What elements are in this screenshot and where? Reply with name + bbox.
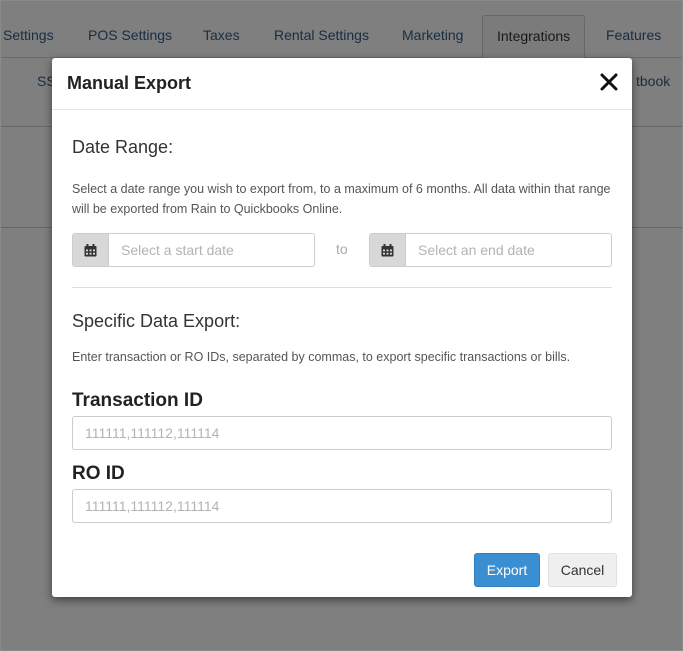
date-range-to-label: to bbox=[336, 241, 348, 257]
cancel-button[interactable]: Cancel bbox=[548, 553, 617, 587]
start-date-input[interactable] bbox=[109, 234, 314, 266]
modal-title: Manual Export bbox=[67, 73, 192, 93]
calendar-icon bbox=[381, 243, 394, 256]
modal-header: Manual Export bbox=[52, 58, 632, 110]
export-button[interactable]: Export bbox=[474, 553, 540, 587]
section-divider bbox=[72, 287, 612, 288]
transaction-id-label: Transaction ID bbox=[72, 390, 203, 411]
end-date-calendar-button[interactable] bbox=[370, 234, 406, 266]
start-date-calendar-button[interactable] bbox=[73, 234, 109, 266]
end-date-group bbox=[369, 233, 612, 267]
ro-id-input[interactable] bbox=[72, 489, 612, 523]
specific-export-heading: Specific Data Export: bbox=[72, 311, 241, 331]
app-window: Settings POS Settings Taxes Rental Setti… bbox=[0, 0, 683, 651]
manual-export-modal: Manual Export Date Range: Select a date … bbox=[52, 58, 632, 597]
calendar-icon bbox=[84, 243, 97, 256]
close-icon bbox=[600, 73, 618, 91]
transaction-id-input[interactable] bbox=[72, 416, 612, 450]
ro-id-label: RO ID bbox=[72, 463, 125, 484]
start-date-group bbox=[72, 233, 315, 267]
specific-export-help-text: Enter transaction or RO IDs, separated b… bbox=[72, 350, 571, 364]
date-range-heading: Date Range: bbox=[72, 137, 174, 157]
date-range-help-text: Select a date range you wish to export f… bbox=[72, 182, 611, 216]
end-date-input[interactable] bbox=[406, 234, 611, 266]
close-button[interactable] bbox=[598, 71, 620, 93]
